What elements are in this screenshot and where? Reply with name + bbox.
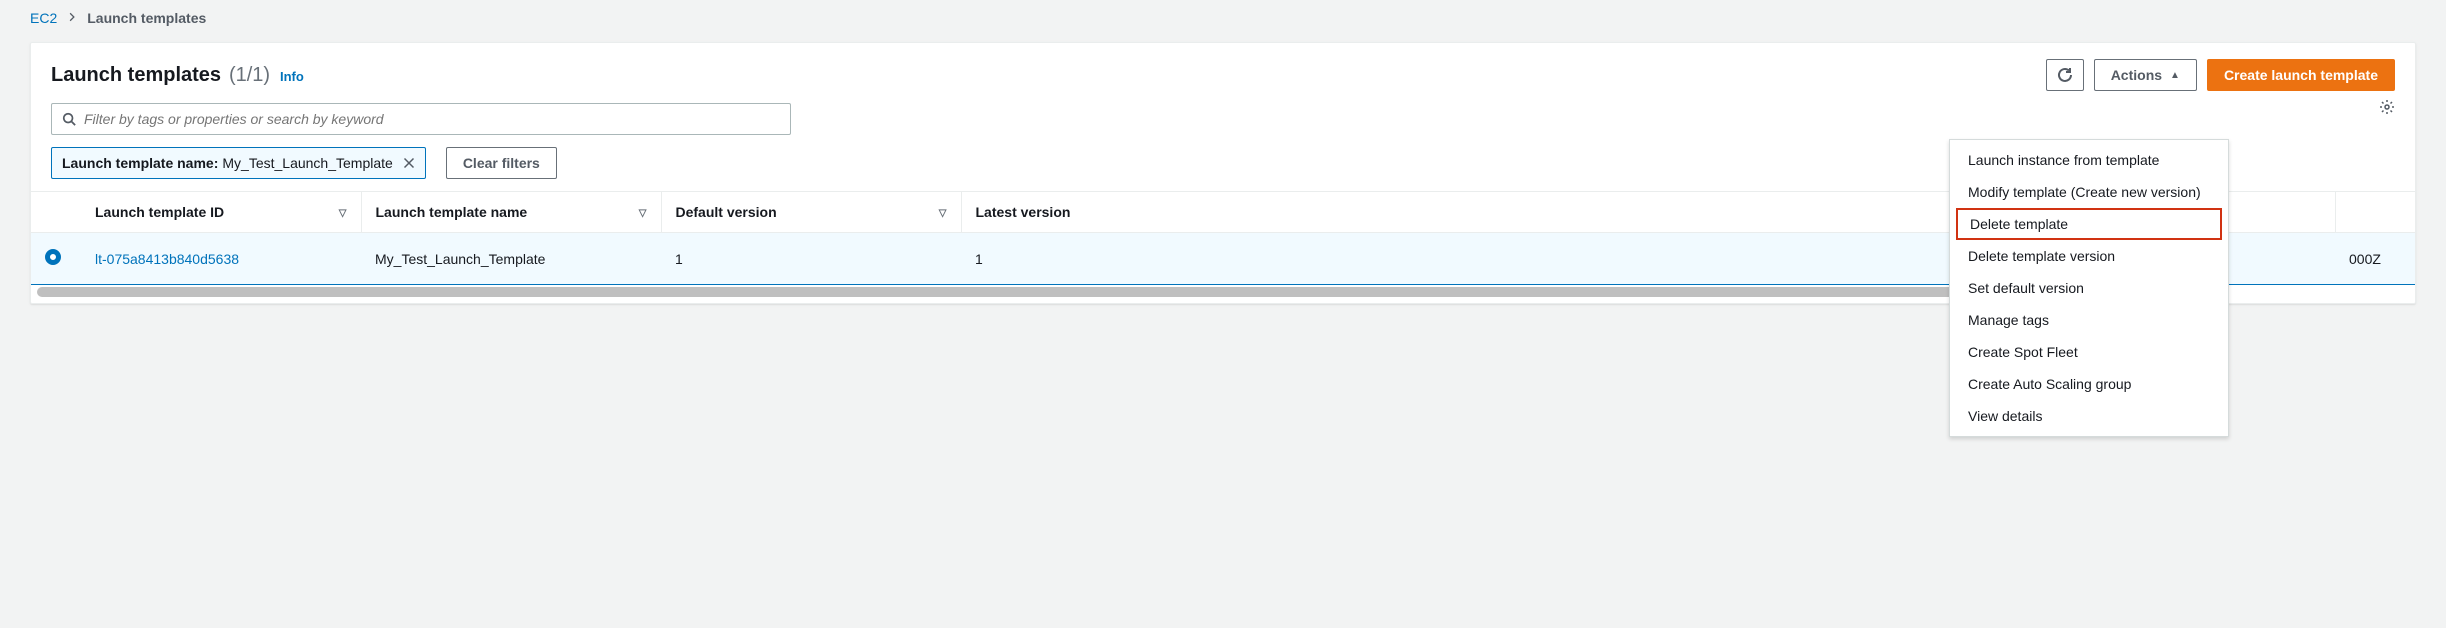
sort-icon: ▽ — [639, 204, 647, 219]
refresh-button[interactable] — [2046, 59, 2084, 91]
actions-button[interactable]: Actions ▲ — [2094, 59, 2197, 91]
info-link[interactable]: Info — [280, 69, 304, 84]
row-select-cell[interactable] — [31, 233, 81, 285]
breadcrumb-root-link[interactable]: EC2 — [30, 10, 57, 26]
breadcrumb-current: Launch templates — [87, 10, 206, 26]
search-icon — [62, 112, 76, 126]
panel-count: (1/1) — [229, 64, 270, 86]
panel-title-group: Launch templates (1/1) Info — [51, 64, 304, 87]
search-field[interactable] — [51, 103, 791, 135]
filter-chip-name[interactable]: Launch template name: My_Test_Launch_Tem… — [51, 147, 426, 179]
row-name-cell: My_Test_Launch_Template — [361, 233, 661, 285]
col-default[interactable]: Default version ▽ — [661, 192, 961, 233]
col-name[interactable]: Launch template name ▽ — [361, 192, 661, 233]
col-select — [31, 192, 81, 233]
gear-icon — [2379, 99, 2395, 115]
menu-create-spot-fleet[interactable]: Create Spot Fleet — [1950, 336, 2228, 368]
filter-chip-value: My_Test_Launch_Template — [222, 155, 392, 171]
template-id-link[interactable]: lt-075a8413b840d5638 — [95, 251, 239, 267]
actions-dropdown: Launch instance from template Modify tem… — [1949, 139, 2229, 437]
row-default-cell: 1 — [661, 233, 961, 285]
sort-icon: ▽ — [339, 204, 347, 219]
breadcrumb: EC2 Launch templates — [0, 0, 2446, 42]
col-default-label: Default version — [676, 204, 777, 220]
launch-templates-panel: Launch templates (1/1) Info Actions ▲ Cr… — [30, 42, 2416, 304]
menu-create-asg[interactable]: Create Auto Scaling group — [1950, 368, 2228, 400]
menu-delete-template[interactable]: Delete template — [1956, 208, 2222, 240]
row-tail-cell: 000Z — [2335, 233, 2415, 285]
col-id[interactable]: Launch template ID ▽ — [81, 192, 361, 233]
remove-chip-button[interactable] — [403, 157, 415, 169]
caret-up-icon: ▲ — [2170, 70, 2180, 81]
menu-view-details[interactable]: View details — [1950, 400, 2228, 432]
header-actions: Actions ▲ Create launch template — [2046, 59, 2395, 91]
radio-selected-icon[interactable] — [45, 249, 61, 265]
chevron-right-icon — [67, 11, 77, 25]
menu-launch-instance[interactable]: Launch instance from template — [1950, 144, 2228, 176]
col-latest-label: Latest version — [976, 204, 1071, 220]
col-tail — [2335, 192, 2415, 233]
menu-delete-template-version[interactable]: Delete template version — [1950, 240, 2228, 272]
filter-chip-label: Launch template name: — [62, 155, 218, 171]
refresh-icon — [2057, 67, 2073, 83]
panel-title: Launch templates — [51, 64, 221, 86]
actions-button-label: Actions — [2111, 67, 2162, 83]
menu-manage-tags[interactable]: Manage tags — [1950, 304, 2228, 336]
horizontal-scrollbar[interactable] — [37, 287, 2021, 297]
col-name-label: Launch template name — [376, 204, 528, 220]
menu-set-default-version[interactable]: Set default version — [1950, 272, 2228, 304]
settings-button[interactable] — [2379, 99, 2395, 118]
panel-header: Launch templates (1/1) Info Actions ▲ Cr… — [31, 43, 2415, 99]
create-launch-template-button[interactable]: Create launch template — [2207, 59, 2395, 91]
row-id-cell: lt-075a8413b840d5638 — [81, 233, 361, 285]
search-input[interactable] — [84, 111, 780, 127]
menu-modify-template[interactable]: Modify template (Create new version) — [1950, 176, 2228, 208]
sort-icon: ▽ — [939, 204, 947, 219]
col-id-label: Launch template ID — [95, 204, 224, 220]
clear-filters-button[interactable]: Clear filters — [446, 147, 557, 179]
close-icon — [403, 157, 415, 169]
